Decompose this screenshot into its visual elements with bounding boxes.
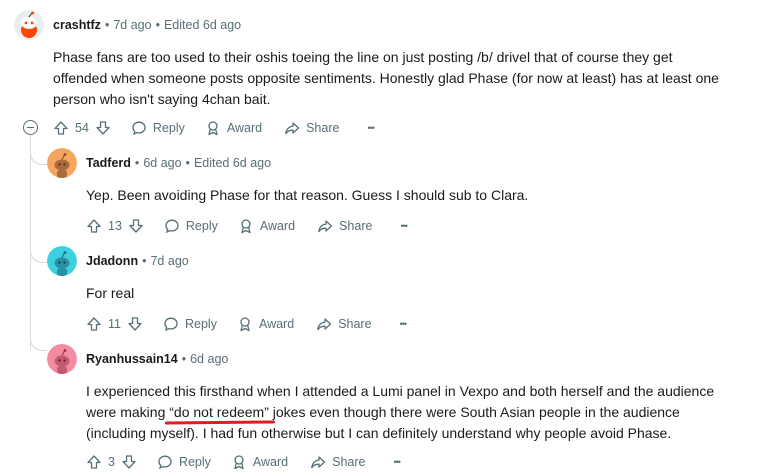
vote-count: 11 — [108, 317, 121, 331]
comment-body: I experienced this firsthand when I atte… — [86, 383, 715, 441]
comment-actions: 54 Reply Award Share ••• — [53, 116, 375, 140]
more-options-button[interactable]: ••• — [367, 123, 375, 133]
more-options-button[interactable]: ••• — [394, 457, 402, 467]
comment-body: Phase fans are too used to their oshis t… — [53, 49, 719, 107]
comment-meta: Ryanhussain14 • 6d ago — [86, 352, 229, 366]
avatar[interactable] — [47, 246, 77, 276]
thread-connector — [30, 150, 47, 165]
upvote-icon[interactable] — [86, 454, 102, 470]
vote-count: 54 — [75, 121, 89, 135]
thread-line — [30, 134, 31, 350]
more-options-button[interactable]: ••• — [400, 319, 408, 329]
snoo-avatar-icon — [47, 344, 77, 374]
reply-button[interactable]: Reply — [164, 218, 218, 234]
comment-actions: 13 Reply Award Share ••• — [86, 214, 408, 238]
comment-age: 7d ago — [113, 18, 152, 32]
comment-age: 7d ago — [150, 254, 189, 268]
award-button[interactable]: Award — [238, 218, 295, 234]
thread-connector — [30, 248, 47, 263]
reply-button[interactable]: Reply — [157, 454, 211, 470]
comment-age: 6d ago — [143, 156, 182, 170]
username[interactable]: Ryanhussain14 — [86, 352, 178, 366]
reply-icon — [132, 121, 146, 136]
highlighted-quote: “do not redeem” — [165, 404, 275, 425]
comment-meta: Jdadonn • 7d ago — [86, 254, 189, 268]
comment-body: Yep. Been avoiding Phase for that reason… — [86, 187, 529, 203]
comment-body: For real — [86, 285, 135, 301]
comment-age: 6d ago — [190, 352, 229, 366]
award-icon — [208, 121, 218, 136]
share-button[interactable]: Share — [316, 316, 372, 332]
reply-icon — [165, 219, 179, 234]
downvote-icon[interactable] — [121, 454, 137, 470]
award-button[interactable]: Award — [237, 316, 294, 332]
reply-icon — [164, 317, 178, 332]
award-icon — [240, 317, 250, 332]
avatar[interactable] — [47, 344, 77, 374]
share-icon — [285, 122, 300, 135]
snoo-avatar-icon — [47, 148, 77, 178]
comment-actions: 11 Reply Award Share ••• — [86, 312, 408, 336]
upvote-icon[interactable] — [53, 120, 69, 136]
username[interactable]: crashtfz — [53, 18, 101, 32]
downvote-icon[interactable] — [127, 316, 143, 332]
thread-connector — [30, 336, 47, 351]
snoo-avatar-icon — [14, 10, 44, 40]
share-button[interactable]: Share — [310, 454, 366, 470]
reply-button[interactable]: Reply — [163, 316, 217, 332]
award-button[interactable]: Award — [205, 120, 262, 136]
share-icon — [318, 220, 333, 233]
award-icon — [241, 219, 251, 234]
upvote-icon[interactable] — [86, 316, 102, 332]
collapse-thread-button[interactable] — [23, 120, 38, 135]
award-button[interactable]: Award — [231, 454, 288, 470]
downvote-icon[interactable] — [128, 218, 144, 234]
vote-count: 3 — [108, 455, 115, 469]
edited-label: Edited 6d ago — [193, 156, 272, 170]
avatar[interactable] — [47, 148, 77, 178]
comment-meta: crashtfz • 7d ago • Edited 6d ago — [53, 18, 242, 32]
downvote-icon[interactable] — [95, 120, 111, 136]
snoo-avatar-icon — [47, 246, 77, 276]
edited-label: Edited 6d ago — [163, 18, 242, 32]
share-icon — [311, 456, 326, 469]
reply-icon — [158, 455, 172, 470]
share-icon — [317, 318, 332, 331]
vote-count: 13 — [108, 219, 122, 233]
comment-actions: 3 Reply Award Share ••• — [86, 450, 402, 474]
share-button[interactable]: Share — [317, 218, 372, 234]
share-button[interactable]: Share — [284, 120, 339, 136]
upvote-icon[interactable] — [86, 218, 102, 234]
comment-meta: Tadferd • 6d ago • Edited 6d ago — [86, 156, 272, 170]
more-options-button[interactable]: ••• — [400, 221, 408, 231]
username[interactable]: Jdadonn — [86, 254, 138, 268]
award-icon — [234, 455, 244, 470]
reply-button[interactable]: Reply — [131, 120, 185, 136]
username[interactable]: Tadferd — [86, 156, 131, 170]
avatar[interactable] — [14, 10, 44, 40]
